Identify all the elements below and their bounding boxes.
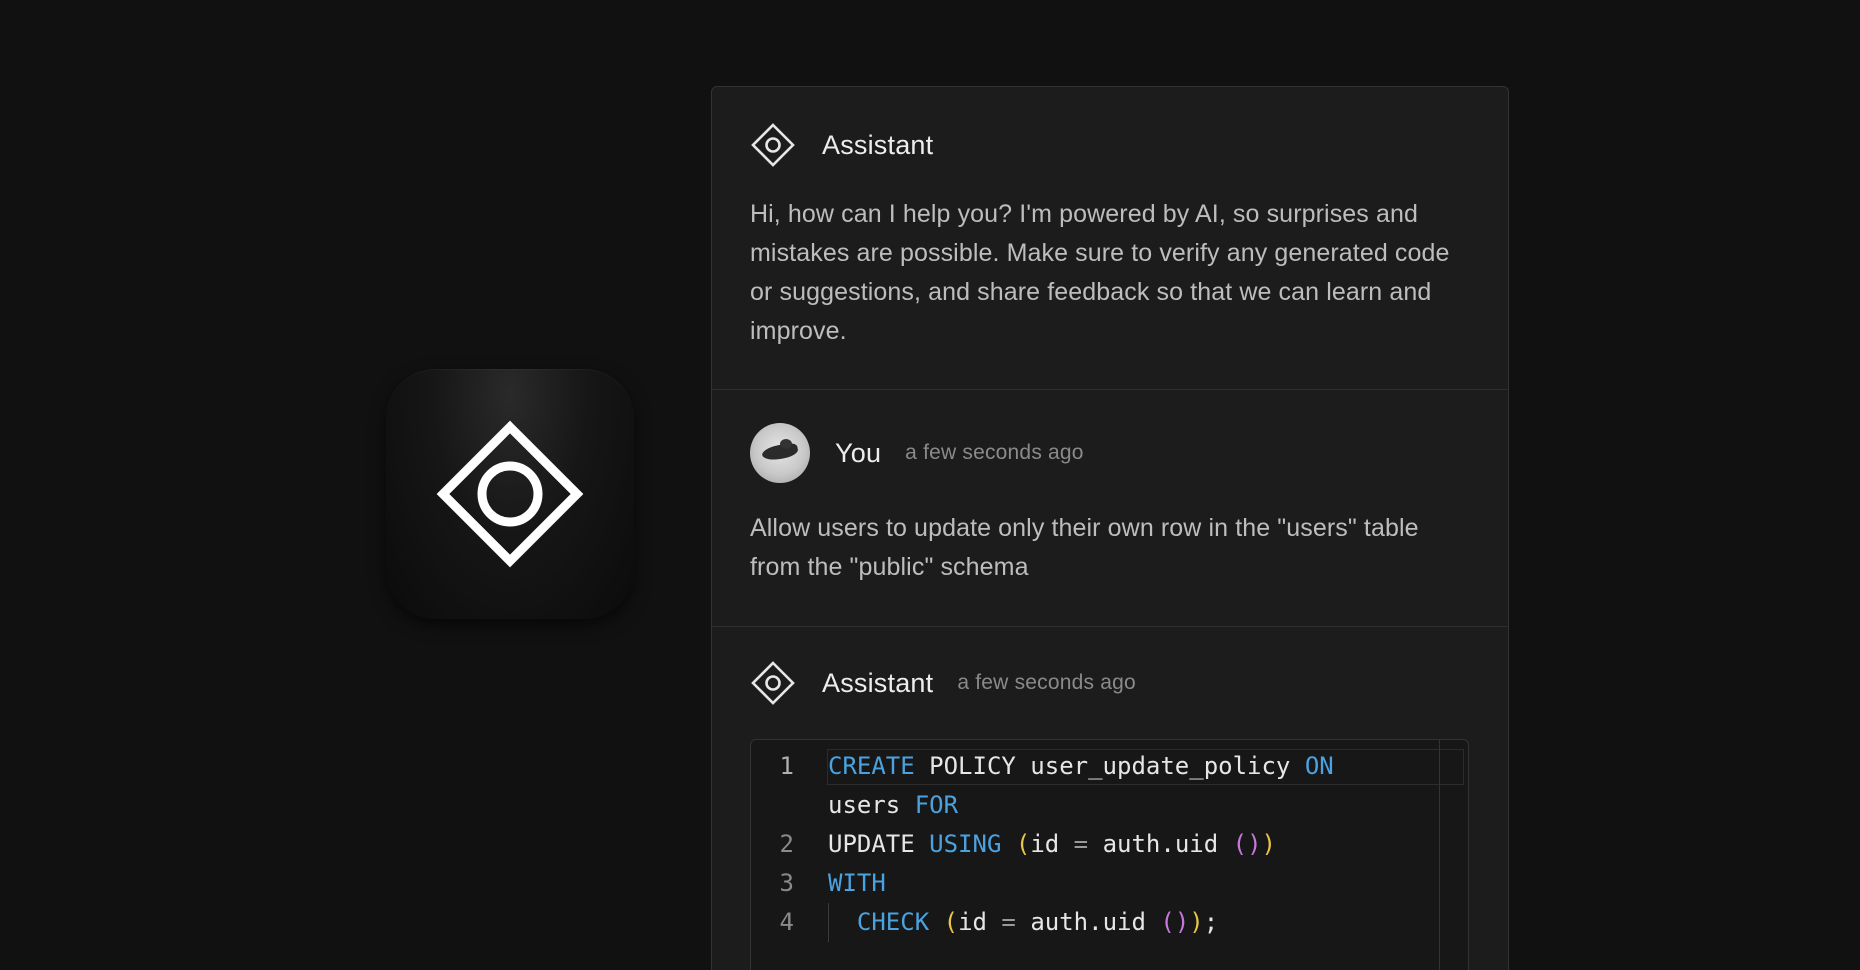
diamond-ring-logo-icon bbox=[436, 420, 584, 568]
message-header: You a few seconds ago bbox=[750, 390, 1470, 483]
code-token: ; bbox=[1203, 908, 1219, 936]
message-author: Assistant bbox=[822, 667, 934, 698]
code-token: users bbox=[828, 791, 915, 819]
code-token: WITH bbox=[828, 869, 886, 897]
code-token: CREATE bbox=[828, 752, 915, 780]
message-timestamp: a few seconds ago bbox=[905, 441, 1084, 464]
code-token: id bbox=[1030, 830, 1074, 858]
code-token: = bbox=[1073, 830, 1089, 858]
code-token: POLICY user_update_policy bbox=[914, 752, 1305, 780]
message-header: Assistant bbox=[750, 87, 1470, 168]
code-token: = bbox=[1001, 908, 1016, 936]
message-author: Assistant bbox=[822, 129, 934, 160]
code-token: FOR bbox=[914, 791, 959, 819]
line-number: 1 bbox=[779, 752, 794, 780]
app-logo-tile bbox=[386, 369, 634, 619]
line-number: 3 bbox=[779, 869, 794, 897]
code-token: ( bbox=[1015, 830, 1031, 858]
code-text: users FOR bbox=[828, 786, 958, 825]
message-author: You bbox=[835, 437, 882, 468]
code-token: ( bbox=[943, 908, 959, 936]
line-number: 2 bbox=[779, 830, 794, 858]
code-token: CHECK bbox=[856, 908, 930, 936]
code-text: WITH bbox=[828, 864, 886, 903]
sql-code-block[interactable]: 1 CREATE POLICY user_update_policy ON user… bbox=[750, 739, 1469, 970]
message-text: Hi, how can I help you? I'm powered by A… bbox=[750, 200, 1450, 345]
code-token: () bbox=[1232, 830, 1262, 858]
code-token: USING bbox=[929, 830, 1002, 858]
chat-message-assistant-welcome: Assistant Hi, how can I help you? I'm po… bbox=[712, 87, 1508, 390]
code-text: CHECK (id = auth.uid ()); bbox=[828, 903, 1218, 942]
assistant-logo-icon bbox=[751, 123, 795, 167]
code-scrollbar[interactable] bbox=[1439, 740, 1440, 970]
chat-message-user: You a few seconds ago Allow users to upd… bbox=[712, 390, 1508, 627]
user-avatar bbox=[750, 423, 810, 483]
code-token: ON bbox=[1304, 752, 1334, 780]
code-token: auth.uid bbox=[1088, 830, 1233, 858]
message-timestamp: a few seconds ago bbox=[957, 671, 1136, 694]
code-text: CREATE POLICY user_update_policy ON bbox=[828, 747, 1334, 786]
code-token: ) bbox=[1261, 830, 1276, 858]
indent-guide bbox=[828, 903, 829, 942]
message-text: Allow users to update only their own row… bbox=[750, 514, 1419, 581]
code-token: auth.uid bbox=[1015, 908, 1161, 936]
code-token: id bbox=[958, 908, 1002, 936]
assistant-chat-panel: Assistant Hi, how can I help you? I'm po… bbox=[711, 86, 1509, 970]
message-header: Assistant a few seconds ago bbox=[750, 627, 1470, 706]
chat-message-assistant-code: Assistant a few seconds ago 1 CREATE POLI… bbox=[712, 627, 1508, 970]
line-number: 4 bbox=[779, 908, 794, 936]
code-token: () bbox=[1160, 908, 1190, 936]
code-token: UPDATE bbox=[828, 830, 930, 858]
assistant-logo-icon bbox=[751, 661, 795, 705]
stage: Assistant Hi, how can I help you? I'm po… bbox=[0, 0, 1860, 970]
code-text: UPDATE USING (id = auth.uid ()) bbox=[828, 825, 1276, 864]
code-token: ) bbox=[1189, 908, 1204, 936]
